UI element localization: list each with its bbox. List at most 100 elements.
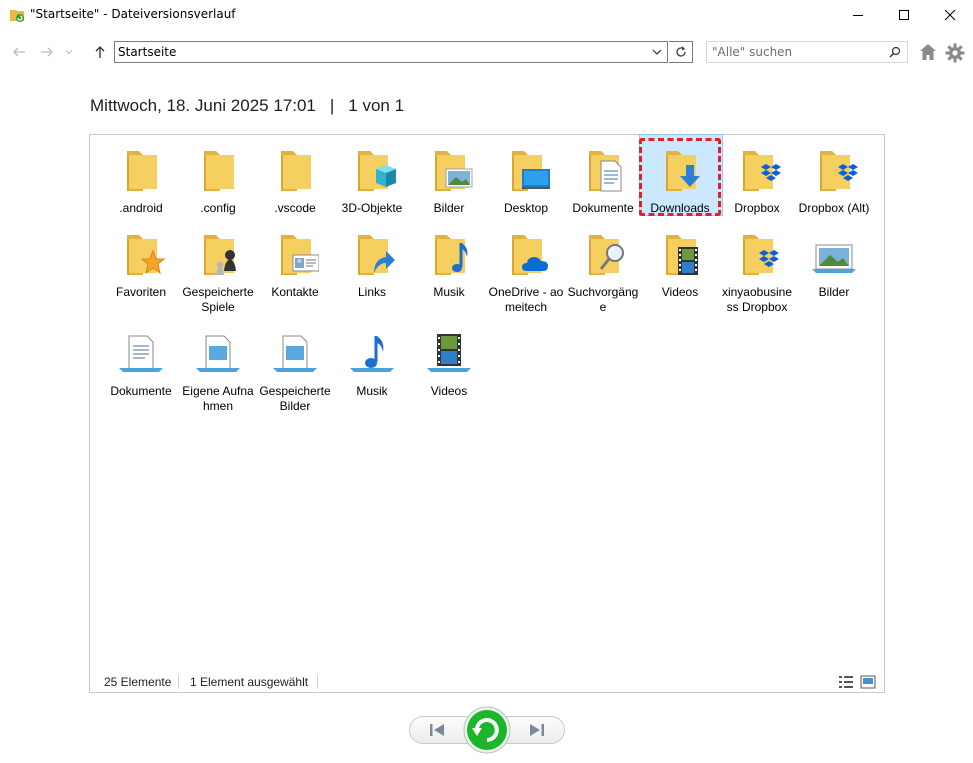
restore-button[interactable] xyxy=(463,706,511,754)
list-item[interactable]: Bilder xyxy=(796,221,872,300)
item-label: Dropbox xyxy=(734,201,780,215)
list-item[interactable]: .vscode xyxy=(257,137,333,216)
backup-position: 1 von 1 xyxy=(348,96,405,115)
list-item[interactable]: Links xyxy=(334,221,410,300)
pictures-library-icon xyxy=(812,244,856,273)
list-item[interactable]: Videos xyxy=(411,320,487,399)
playback-controls xyxy=(409,704,565,756)
folder-contacts-icon xyxy=(271,231,319,279)
close-button[interactable] xyxy=(927,0,973,30)
music-library-icon xyxy=(350,336,394,372)
list-item[interactable]: 3D-Objekte xyxy=(334,137,410,216)
item-label: OneDrive - aomeitech xyxy=(488,285,564,314)
navigation-bar: Startseite "Alle" suchen xyxy=(0,38,973,66)
address-dropdown-button[interactable] xyxy=(649,44,665,60)
list-item[interactable]: Bilder xyxy=(411,137,487,216)
search-input[interactable]: "Alle" suchen xyxy=(706,41,908,63)
list-item[interactable]: Kontakte xyxy=(257,221,333,300)
list-item[interactable]: Gespeicherte Bilder xyxy=(257,320,333,414)
file-history-app-icon xyxy=(10,10,24,22)
item-label: 3D-Objekte xyxy=(341,201,403,215)
maximize-icon xyxy=(899,10,909,20)
folder-links-icon xyxy=(348,231,395,279)
folder-dropbox-icon xyxy=(733,147,781,195)
folder-saved-games-icon xyxy=(194,231,236,275)
folder-dropbox-icon xyxy=(733,231,779,279)
list-item[interactable]: .android xyxy=(103,137,179,216)
list-item[interactable]: Videos xyxy=(642,221,718,300)
next-version-button[interactable] xyxy=(525,721,549,739)
status-divider xyxy=(178,675,179,689)
item-label: Suchvorgänge xyxy=(567,285,639,314)
back-button[interactable] xyxy=(9,42,29,62)
item-label: Videos xyxy=(430,384,468,398)
item-label: Dokumente xyxy=(572,201,634,215)
list-item[interactable]: Dokumente xyxy=(565,137,641,216)
large-icons-view-icon[interactable] xyxy=(860,674,876,690)
chevron-down-icon xyxy=(65,50,73,55)
item-label: Dropbox (Alt) xyxy=(798,201,870,215)
item-label: .config xyxy=(200,201,236,215)
chevron-down-icon xyxy=(652,49,662,55)
item-label: Favoriten xyxy=(115,285,167,299)
videos-library-icon xyxy=(427,334,471,372)
backup-date: Mittwoch, 18. Juni 2025 17:01 xyxy=(90,96,316,115)
list-item[interactable]: xinyaobusiness Dropbox xyxy=(719,221,795,315)
recent-locations-button[interactable] xyxy=(62,42,76,62)
item-label: Videos xyxy=(661,285,699,299)
list-item[interactable]: OneDrive - aomeitech xyxy=(488,221,564,315)
close-icon xyxy=(944,9,956,21)
folder-onedrive-icon xyxy=(502,231,548,279)
previous-version-button[interactable] xyxy=(425,721,449,739)
status-divider xyxy=(317,675,318,689)
item-label: Eigene Aufnahmen xyxy=(182,384,254,413)
folder-documents-icon xyxy=(579,147,622,192)
list-item[interactable]: Suchvorgänge xyxy=(565,221,641,315)
minimize-button[interactable] xyxy=(835,0,881,30)
folder-videos-icon xyxy=(656,231,698,275)
refresh-button[interactable] xyxy=(669,41,693,63)
list-item[interactable]: Eigene Aufnahmen xyxy=(180,320,256,414)
list-item[interactable]: Dropbox (Alt) xyxy=(796,137,872,216)
folder-pictures-icon xyxy=(425,147,473,195)
list-item[interactable]: Musik xyxy=(334,320,410,399)
file-list-panel: .android .config .vscode 3D-Objekte Bild… xyxy=(89,134,885,693)
folder-desktop-icon xyxy=(502,147,550,195)
folder-music-icon xyxy=(425,231,468,279)
list-item[interactable]: Favoriten xyxy=(103,221,179,300)
heading-separator: | xyxy=(329,96,335,115)
search-button[interactable] xyxy=(887,44,903,60)
list-item[interactable]: Gespeicherte Spiele xyxy=(180,221,256,315)
folder-dropbox-icon xyxy=(810,147,858,195)
up-button[interactable] xyxy=(90,42,110,62)
folder-favorites-icon xyxy=(117,231,165,279)
details-view-icon[interactable] xyxy=(838,674,854,690)
list-item[interactable]: Dokumente xyxy=(103,320,179,399)
home-icon[interactable] xyxy=(918,42,938,62)
saved-pictures-library-icon xyxy=(273,335,317,372)
back-arrow-icon xyxy=(13,47,25,57)
item-label: Dokumente xyxy=(110,384,172,398)
item-label: Kontakte xyxy=(271,285,319,299)
item-label: Desktop xyxy=(503,201,549,215)
folder-icon xyxy=(271,147,319,195)
list-item[interactable]: .config xyxy=(180,137,256,216)
folder-icon xyxy=(194,147,242,195)
search-icon xyxy=(889,46,901,58)
list-item[interactable]: Desktop xyxy=(488,137,564,216)
item-label: Bilder xyxy=(818,285,850,299)
list-item[interactable]: Musik xyxy=(411,221,487,300)
refresh-icon xyxy=(675,46,686,57)
maximize-button[interactable] xyxy=(881,0,927,30)
highlight-marker xyxy=(639,138,721,216)
gear-icon[interactable] xyxy=(944,42,966,64)
folder-3d-objects-icon xyxy=(348,147,396,195)
minimize-icon xyxy=(853,15,863,16)
up-arrow-icon xyxy=(95,46,105,58)
address-bar[interactable]: Startseite xyxy=(114,41,668,63)
title-bar: "Startseite" - Dateiversionsverlauf xyxy=(0,0,973,30)
list-item[interactable]: Dropbox xyxy=(719,137,795,216)
forward-button[interactable] xyxy=(37,42,57,62)
item-label: Gespeicherte Spiele xyxy=(182,285,254,314)
item-count: 25 Elemente xyxy=(104,675,172,689)
